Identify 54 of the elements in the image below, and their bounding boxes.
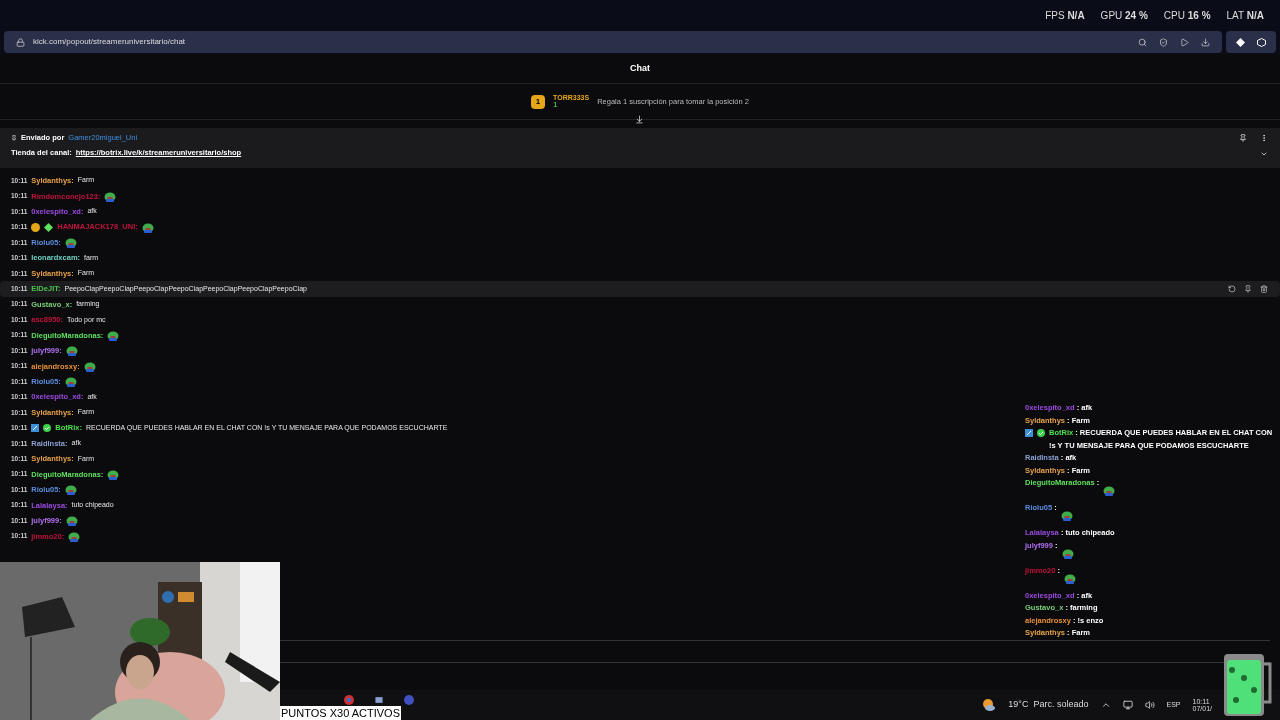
trash-icon[interactable] <box>1260 284 1268 293</box>
diamond-icon[interactable] <box>1236 37 1245 47</box>
url-text: kick.com/popout/streameruniversitario/chat <box>33 36 186 48</box>
stat-readout: GPU 24 % <box>1100 8 1148 23</box>
frog-emote-icon <box>141 221 154 233</box>
browser-icon[interactable] <box>344 695 354 705</box>
input-strip[interactable] <box>280 640 1270 663</box>
frog-emote-icon <box>1103 485 1116 497</box>
volume-icon[interactable] <box>1144 700 1155 710</box>
bot-badge-icon <box>31 423 40 432</box>
shield-icon[interactable] <box>1159 37 1168 47</box>
reply-icon[interactable] <box>1228 284 1236 293</box>
frog-emote-icon <box>64 484 77 496</box>
coin-badge-icon <box>31 222 41 232</box>
weather-text[interactable]: 19°C Parc. soleado <box>1008 698 1089 712</box>
weather-icon[interactable] <box>982 698 997 712</box>
points-banner: PUNTOS X30 ACTIVOS <box>280 706 401 720</box>
cube-icon[interactable] <box>1257 37 1266 47</box>
lock-icon <box>16 37 25 47</box>
frog-emote-icon <box>1064 572 1077 584</box>
frog-emote-icon <box>64 376 77 388</box>
pin-icon[interactable] <box>1244 284 1252 293</box>
frog-emote-icon <box>83 360 96 372</box>
gift-count: 1 <box>553 101 559 109</box>
frog-emote-icon <box>1060 510 1073 522</box>
address-bar[interactable]: kick.com/popout/streameruniversitario/chat <box>4 31 1222 53</box>
frog-emote-icon <box>64 237 77 249</box>
expand-icon[interactable] <box>1260 150 1268 158</box>
diamond-badge-icon <box>44 222 54 232</box>
scroll-down-icon[interactable] <box>635 115 644 124</box>
play-icon[interactable] <box>1180 37 1189 47</box>
frog-emote-icon <box>65 515 78 527</box>
stat-readout: CPU 16 % <box>1163 8 1211 23</box>
frog-emote-icon <box>107 329 120 341</box>
stat-readout: LAT N/A <box>1226 8 1264 23</box>
stat-readout: FPS N/A <box>1045 8 1085 23</box>
more-icon[interactable] <box>1260 134 1268 142</box>
verified-badge-icon <box>1037 429 1045 437</box>
chat-title: Chat <box>630 61 650 75</box>
frog-emote-icon <box>68 530 81 542</box>
frog-emote-icon <box>107 468 120 480</box>
frog-emote-icon <box>104 190 117 202</box>
frog-emote-icon <box>1061 547 1074 559</box>
network-icon[interactable] <box>1122 700 1133 710</box>
bot-badge-icon <box>1025 429 1033 437</box>
download-icon[interactable] <box>1201 37 1210 47</box>
unpin-icon[interactable] <box>1239 134 1247 142</box>
pin-icon <box>11 134 17 141</box>
verified-badge-icon <box>43 423 52 432</box>
frog-emote-icon <box>65 345 78 357</box>
search-icon[interactable] <box>1138 37 1147 47</box>
app-icon[interactable] <box>374 695 384 705</box>
rank-badge: 1 <box>531 94 546 109</box>
tray-expand-icon[interactable] <box>1100 700 1111 710</box>
